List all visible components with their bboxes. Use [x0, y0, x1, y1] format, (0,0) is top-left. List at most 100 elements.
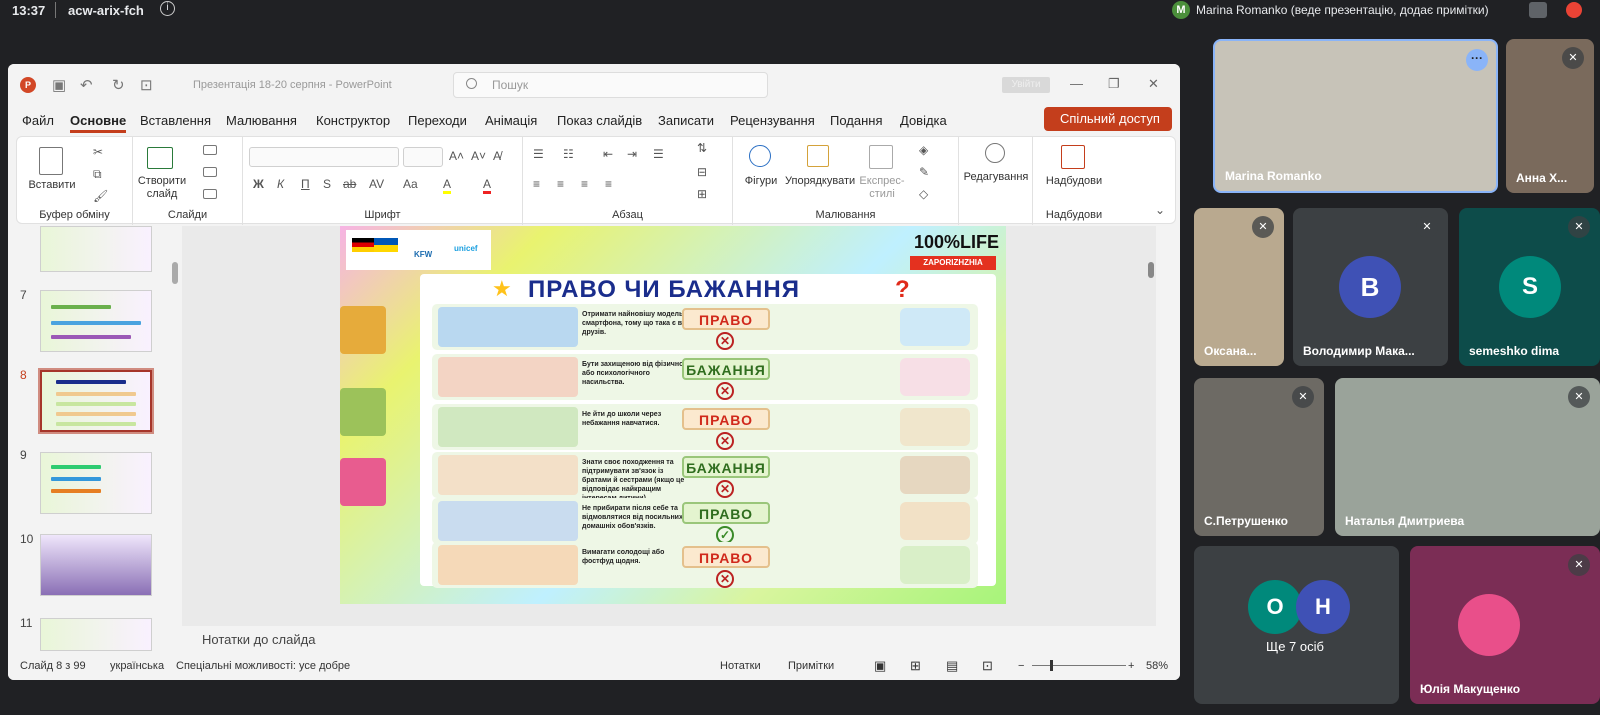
- restore-icon[interactable]: ❐: [1108, 76, 1120, 92]
- tab-file[interactable]: Файл: [22, 113, 54, 128]
- tab-animations[interactable]: Анімація: [485, 113, 537, 128]
- tab-home[interactable]: Основне: [70, 113, 127, 133]
- outline-icon[interactable]: ✎: [919, 165, 929, 179]
- slide-thumbnail-current[interactable]: [38, 368, 154, 434]
- slide-thumbnail[interactable]: [40, 452, 152, 514]
- new-slide-button[interactable]: Створити слайд: [137, 175, 187, 201]
- present-icon[interactable]: ⊡: [140, 76, 153, 94]
- reset-icon[interactable]: [203, 167, 217, 177]
- quick-styles-button[interactable]: Експрес-стилі: [857, 175, 907, 201]
- copy-icon[interactable]: ⧉: [93, 167, 102, 182]
- effects-icon[interactable]: ◇: [919, 187, 928, 201]
- sign-in-button[interactable]: Увійти: [1002, 77, 1050, 93]
- participant-tile[interactable]: ✕ Наталья Дмитриева: [1335, 378, 1600, 536]
- grow-font-icon[interactable]: A˄: [449, 149, 464, 163]
- normal-view-icon[interactable]: ▣: [874, 658, 886, 674]
- align-left-icon[interactable]: ≡: [533, 177, 540, 191]
- cut-icon[interactable]: ✂: [93, 145, 103, 159]
- reading-view-icon[interactable]: ▤: [946, 658, 958, 674]
- zoom-level[interactable]: 58%: [1146, 660, 1168, 672]
- arrange-button[interactable]: Упорядкувати: [785, 175, 855, 188]
- bold-button[interactable]: Ж: [253, 177, 264, 191]
- search-input[interactable]: Пошук: [453, 72, 768, 98]
- change-case-button[interactable]: Aa: [403, 177, 418, 191]
- font-name-select[interactable]: [249, 147, 399, 167]
- text-direction-icon[interactable]: ⇅: [697, 141, 707, 155]
- more-participants-tile[interactable]: О Н Ще 7 осіб: [1194, 546, 1399, 704]
- slide-thumbnail[interactable]: [40, 290, 152, 352]
- spacing-button[interactable]: AV: [369, 177, 384, 191]
- participant-tile[interactable]: ✕ В Володимир Мака...: [1293, 208, 1448, 366]
- strikethrough-button[interactable]: ab: [343, 177, 356, 191]
- slideshow-icon[interactable]: ⊡: [982, 658, 993, 674]
- participant-tile[interactable]: ✕ Юлія Макущенко: [1410, 546, 1600, 704]
- participant-tile[interactable]: ✕ С.Петрушенко: [1194, 378, 1324, 536]
- info-icon[interactable]: i: [160, 1, 175, 16]
- shapes-button[interactable]: Фігури: [739, 175, 783, 188]
- find-icon[interactable]: [985, 143, 1005, 163]
- section-icon[interactable]: [203, 189, 217, 199]
- align-center-icon[interactable]: ≡: [557, 177, 564, 191]
- fill-icon[interactable]: ◈: [919, 143, 928, 157]
- current-slide[interactable]: KFW unicef 100%LIFE ZAPORIZHZHIA ★ ПРАВО…: [340, 226, 1006, 604]
- tab-review[interactable]: Рецензування: [730, 113, 815, 128]
- tab-slideshow[interactable]: Показ слайдів: [557, 113, 642, 128]
- share-button[interactable]: Спільний доступ ⌄: [1044, 107, 1172, 150]
- notes-toggle[interactable]: Нотатки: [720, 660, 761, 672]
- font-color-button[interactable]: A: [483, 177, 492, 194]
- new-slide-icon[interactable]: [147, 147, 173, 169]
- highlight-button[interactable]: A: [443, 177, 452, 194]
- accessibility-status[interactable]: Спеціальні можливості: усе добре: [176, 660, 350, 672]
- font-size-select[interactable]: [403, 147, 443, 167]
- decrease-indent-icon[interactable]: ⇤: [603, 147, 613, 161]
- format-painter-icon[interactable]: 🖌: [93, 189, 108, 203]
- captions-icon[interactable]: [1529, 2, 1547, 18]
- numbering-icon[interactable]: ☷: [563, 147, 574, 161]
- align-text-icon[interactable]: ⊟: [697, 165, 707, 179]
- undo-icon[interactable]: ↶: [80, 76, 93, 94]
- shadow-button[interactable]: S: [323, 177, 331, 191]
- thumbnails-scrollbar[interactable]: [172, 262, 178, 284]
- zoom-in-icon[interactable]: +: [1128, 660, 1134, 672]
- align-right-icon[interactable]: ≡: [581, 177, 588, 191]
- bullets-icon[interactable]: ☰: [533, 147, 544, 161]
- close-icon[interactable]: ✕: [1148, 76, 1159, 92]
- collapse-ribbon-icon[interactable]: ⌄: [1155, 203, 1165, 217]
- save-icon[interactable]: ▣: [52, 76, 66, 94]
- quick-styles-icon[interactable]: [869, 145, 893, 169]
- participant-tile[interactable]: ··· Marina Romanko: [1213, 39, 1498, 193]
- addins-icon[interactable]: [1061, 145, 1085, 169]
- language-indicator[interactable]: українська: [110, 660, 164, 672]
- underline-button[interactable]: П: [301, 177, 310, 191]
- italic-button[interactable]: К: [277, 177, 284, 191]
- shapes-icon[interactable]: [749, 145, 771, 167]
- slide-sorter-icon[interactable]: ⊞: [910, 658, 921, 674]
- addins-button[interactable]: Надбудови: [1037, 175, 1111, 188]
- apps-icon[interactable]: [1566, 2, 1582, 18]
- editing-button[interactable]: Редагування: [961, 171, 1031, 184]
- shrink-font-icon[interactable]: A˅: [471, 149, 486, 163]
- tab-draw[interactable]: Малювання: [226, 113, 297, 128]
- slide-thumbnail[interactable]: [40, 226, 152, 272]
- layout-icon[interactable]: [203, 145, 217, 155]
- slide-scrollbar[interactable]: [1148, 262, 1154, 278]
- more-options-icon[interactable]: ···: [1466, 49, 1488, 71]
- zoom-out-icon[interactable]: −: [1018, 660, 1024, 672]
- clear-format-icon[interactable]: A̸: [493, 149, 501, 163]
- presenter-chip[interactable]: M Marina Romanko (веде презентацію, дода…: [1172, 0, 1489, 20]
- paste-icon[interactable]: [39, 147, 63, 175]
- tab-insert[interactable]: Вставлення: [140, 113, 211, 128]
- tab-view[interactable]: Подання: [830, 113, 883, 128]
- paste-button[interactable]: Вставити: [27, 179, 77, 192]
- smartart-icon[interactable]: ⊞: [697, 187, 707, 201]
- slide-thumbnail[interactable]: [40, 618, 152, 651]
- participant-tile[interactable]: ✕ Анна Х...: [1506, 39, 1594, 193]
- participant-tile[interactable]: ✕ Оксана...: [1194, 208, 1284, 366]
- comments-toggle[interactable]: Примітки: [788, 660, 834, 672]
- tab-help[interactable]: Довідка: [900, 113, 947, 128]
- notes-pane[interactable]: Нотатки до слайда: [182, 628, 1156, 652]
- redo-icon[interactable]: ↻: [112, 76, 125, 94]
- minimize-icon[interactable]: —: [1070, 76, 1083, 91]
- tab-transitions[interactable]: Переходи: [408, 113, 467, 128]
- increase-indent-icon[interactable]: ⇥: [627, 147, 637, 161]
